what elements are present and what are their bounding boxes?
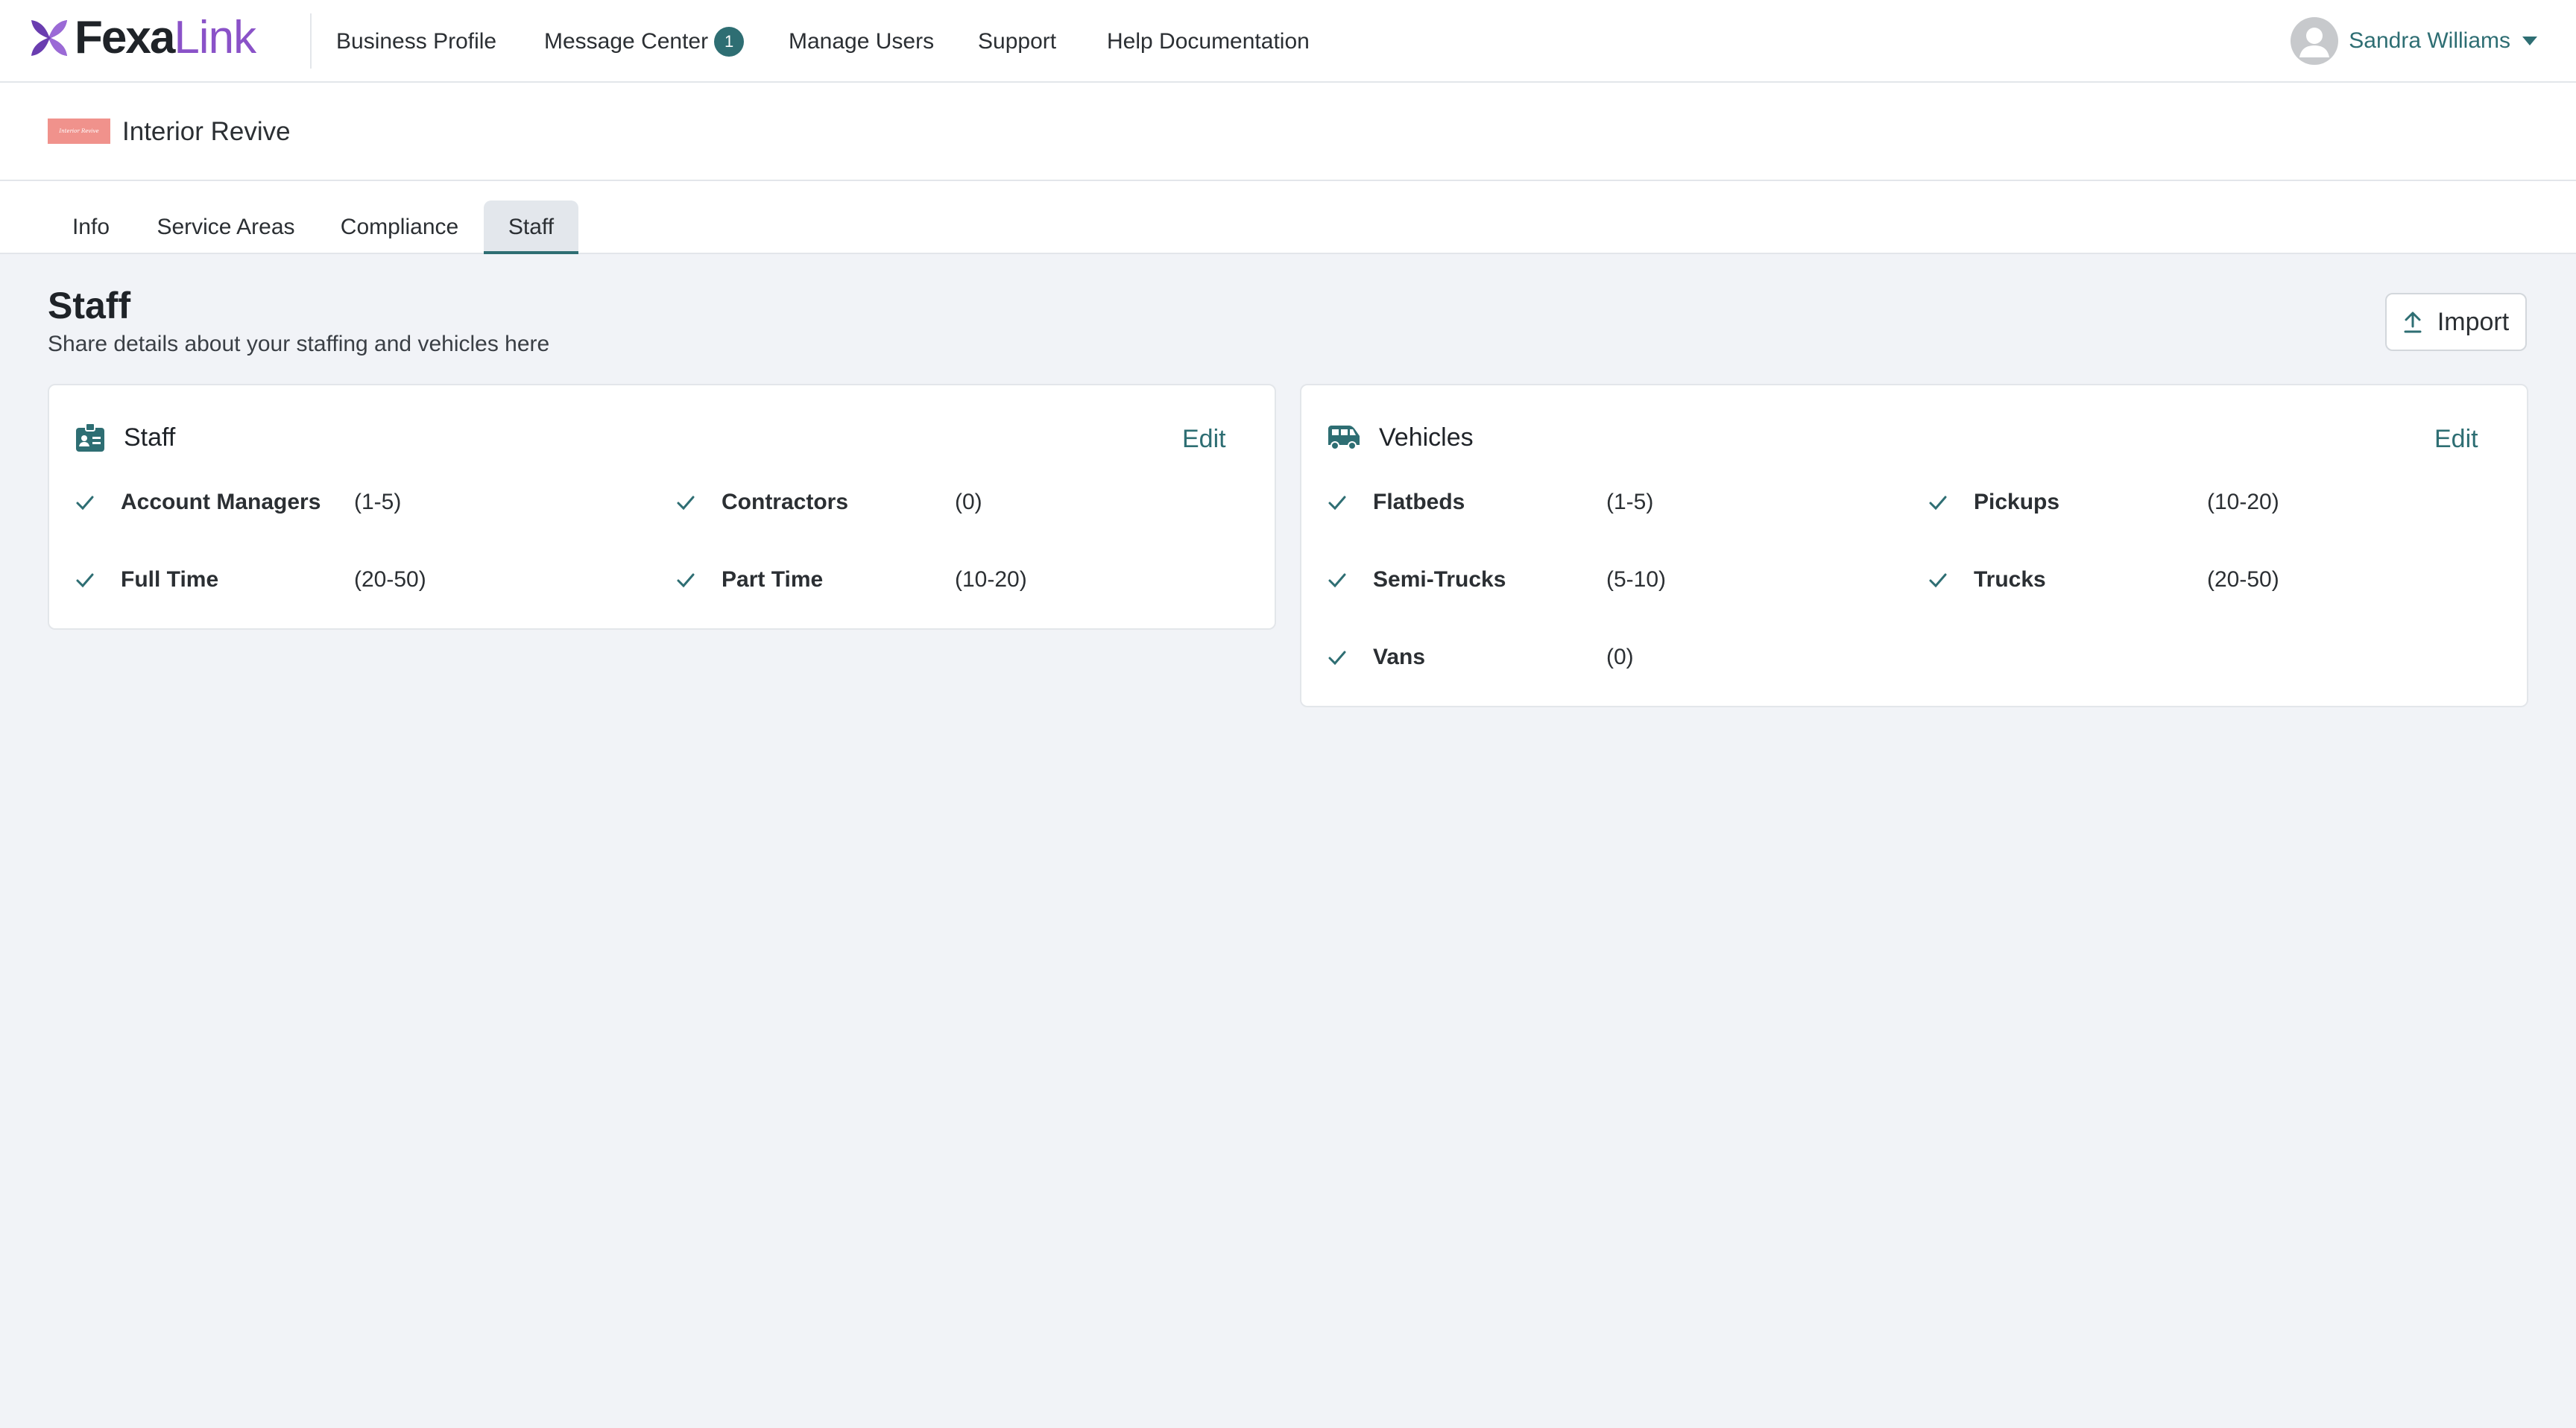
vehicles-card-header: Vehicles <box>1327 420 1474 455</box>
list-item <box>75 487 95 517</box>
logo-text-bold: Fexa <box>75 12 175 63</box>
user-menu[interactable]: Sandra Williams <box>2291 16 2537 66</box>
tab-service-areas-label: Service Areas <box>157 215 295 239</box>
vehicle-item-value: (5-10) <box>1606 567 1667 592</box>
message-count-badge: 1 <box>714 27 745 57</box>
staff-edit-button[interactable]: Edit <box>1182 423 1226 455</box>
check-icon <box>76 573 94 588</box>
nav-support[interactable]: Support <box>978 27 1056 57</box>
company-header: Interior Revive Interior Revive <box>0 83 2576 181</box>
nav-manage-users-label: Manage Users <box>789 29 935 54</box>
staff-item-label: Part Time <box>722 567 824 592</box>
vehicle-item-value: (20-50) <box>2207 567 2279 592</box>
staff-card: Staff Edit Account Managers (1-5) Contra… <box>48 384 1276 630</box>
tab-staff-label: Staff <box>508 215 555 239</box>
fexa-logo-icon <box>31 20 67 56</box>
import-button-label: Import <box>2437 307 2510 336</box>
company-name: Interior Revive <box>122 117 291 146</box>
chevron-down-icon <box>2522 37 2537 45</box>
staff-card-header: Staff <box>75 420 175 455</box>
vehicle-item-value: (0) <box>1606 645 1634 669</box>
tab-info-label: Info <box>72 215 110 239</box>
vehicle-item-value: (10-20) <box>2207 490 2279 514</box>
logo-text-light: Link <box>174 12 256 63</box>
vehicle-item-label: Vans <box>1373 645 1426 669</box>
page-subtitle: Share details about your staffing and ve… <box>48 332 550 356</box>
check-icon <box>1328 651 1346 666</box>
fexalink-logo[interactable]: Fexa Link <box>28 13 256 63</box>
check-icon <box>677 496 695 511</box>
nav-message-center-label: Message Center <box>544 29 709 54</box>
staff-item-value: (10-20) <box>955 567 1027 592</box>
user-name: Sandra Williams <box>2349 28 2510 53</box>
tab-service-areas[interactable]: Service Areas <box>146 200 306 254</box>
vehicle-item-label: Trucks <box>1974 567 2046 592</box>
vehicles-card: Vehicles Edit Flatbeds (1-5) Pickups (10… <box>1300 384 2528 707</box>
staff-item-label: Account Managers <box>121 490 321 514</box>
page-title: Staff <box>48 285 131 326</box>
list-item <box>75 565 95 595</box>
check-icon <box>1328 573 1346 588</box>
staff-card-title: Staff <box>124 423 176 452</box>
id-badge-icon <box>76 423 104 452</box>
tab-staff[interactable]: Staff <box>484 200 578 254</box>
company-logo: Interior Revive <box>48 119 110 144</box>
list-item <box>1327 565 1348 595</box>
nav-help-documentation-label: Help Documentation <box>1107 29 1310 54</box>
tab-compliance-label: Compliance <box>340 215 459 239</box>
tab-compliance[interactable]: Compliance <box>328 200 471 254</box>
list-item <box>675 487 696 517</box>
company-logo-text: Interior Revive <box>59 128 99 134</box>
check-icon <box>1929 496 1947 511</box>
avatar-icon <box>2291 17 2339 65</box>
check-icon <box>76 496 94 511</box>
staff-item-label: Full Time <box>121 567 219 592</box>
import-button[interactable]: Import <box>2385 293 2527 351</box>
check-icon <box>1929 573 1947 588</box>
tab-info[interactable]: Info <box>52 200 130 254</box>
nav-manage-users[interactable]: Manage Users <box>789 27 934 57</box>
staff-item-label: Contractors <box>722 490 849 514</box>
vehicles-edit-button[interactable]: Edit <box>2434 423 2478 455</box>
vehicle-item-label: Pickups <box>1974 490 2060 514</box>
upload-icon <box>2404 312 2422 333</box>
check-icon <box>677 573 695 588</box>
top-navigation: Fexa Link Business Profile Message Cente… <box>0 0 2576 83</box>
list-item <box>1327 487 1348 517</box>
nav-message-center[interactable]: Message Center 1 <box>544 27 745 57</box>
list-item <box>1928 565 1948 595</box>
van-icon <box>1328 426 1360 450</box>
nav-help-documentation[interactable]: Help Documentation <box>1107 27 1310 57</box>
check-icon <box>1328 496 1346 511</box>
profile-tabs: Info Service Areas Compliance Staff <box>0 181 2576 254</box>
list-item <box>675 565 696 595</box>
nav-business-profile-label: Business Profile <box>336 29 497 54</box>
nav-divider <box>310 13 312 69</box>
staff-item-value: (20-50) <box>354 567 426 592</box>
vehicles-card-title: Vehicles <box>1379 423 1474 452</box>
nav-business-profile[interactable]: Business Profile <box>336 27 496 57</box>
list-item <box>1928 487 1948 517</box>
staff-item-value: (0) <box>955 490 982 514</box>
vehicle-item-value: (1-5) <box>1606 490 1654 514</box>
vehicle-item-label: Flatbeds <box>1373 490 1465 514</box>
vehicle-item-label: Semi-Trucks <box>1373 567 1506 592</box>
list-item <box>1327 642 1348 672</box>
staff-item-value: (1-5) <box>354 490 402 514</box>
nav-support-label: Support <box>978 29 1057 54</box>
